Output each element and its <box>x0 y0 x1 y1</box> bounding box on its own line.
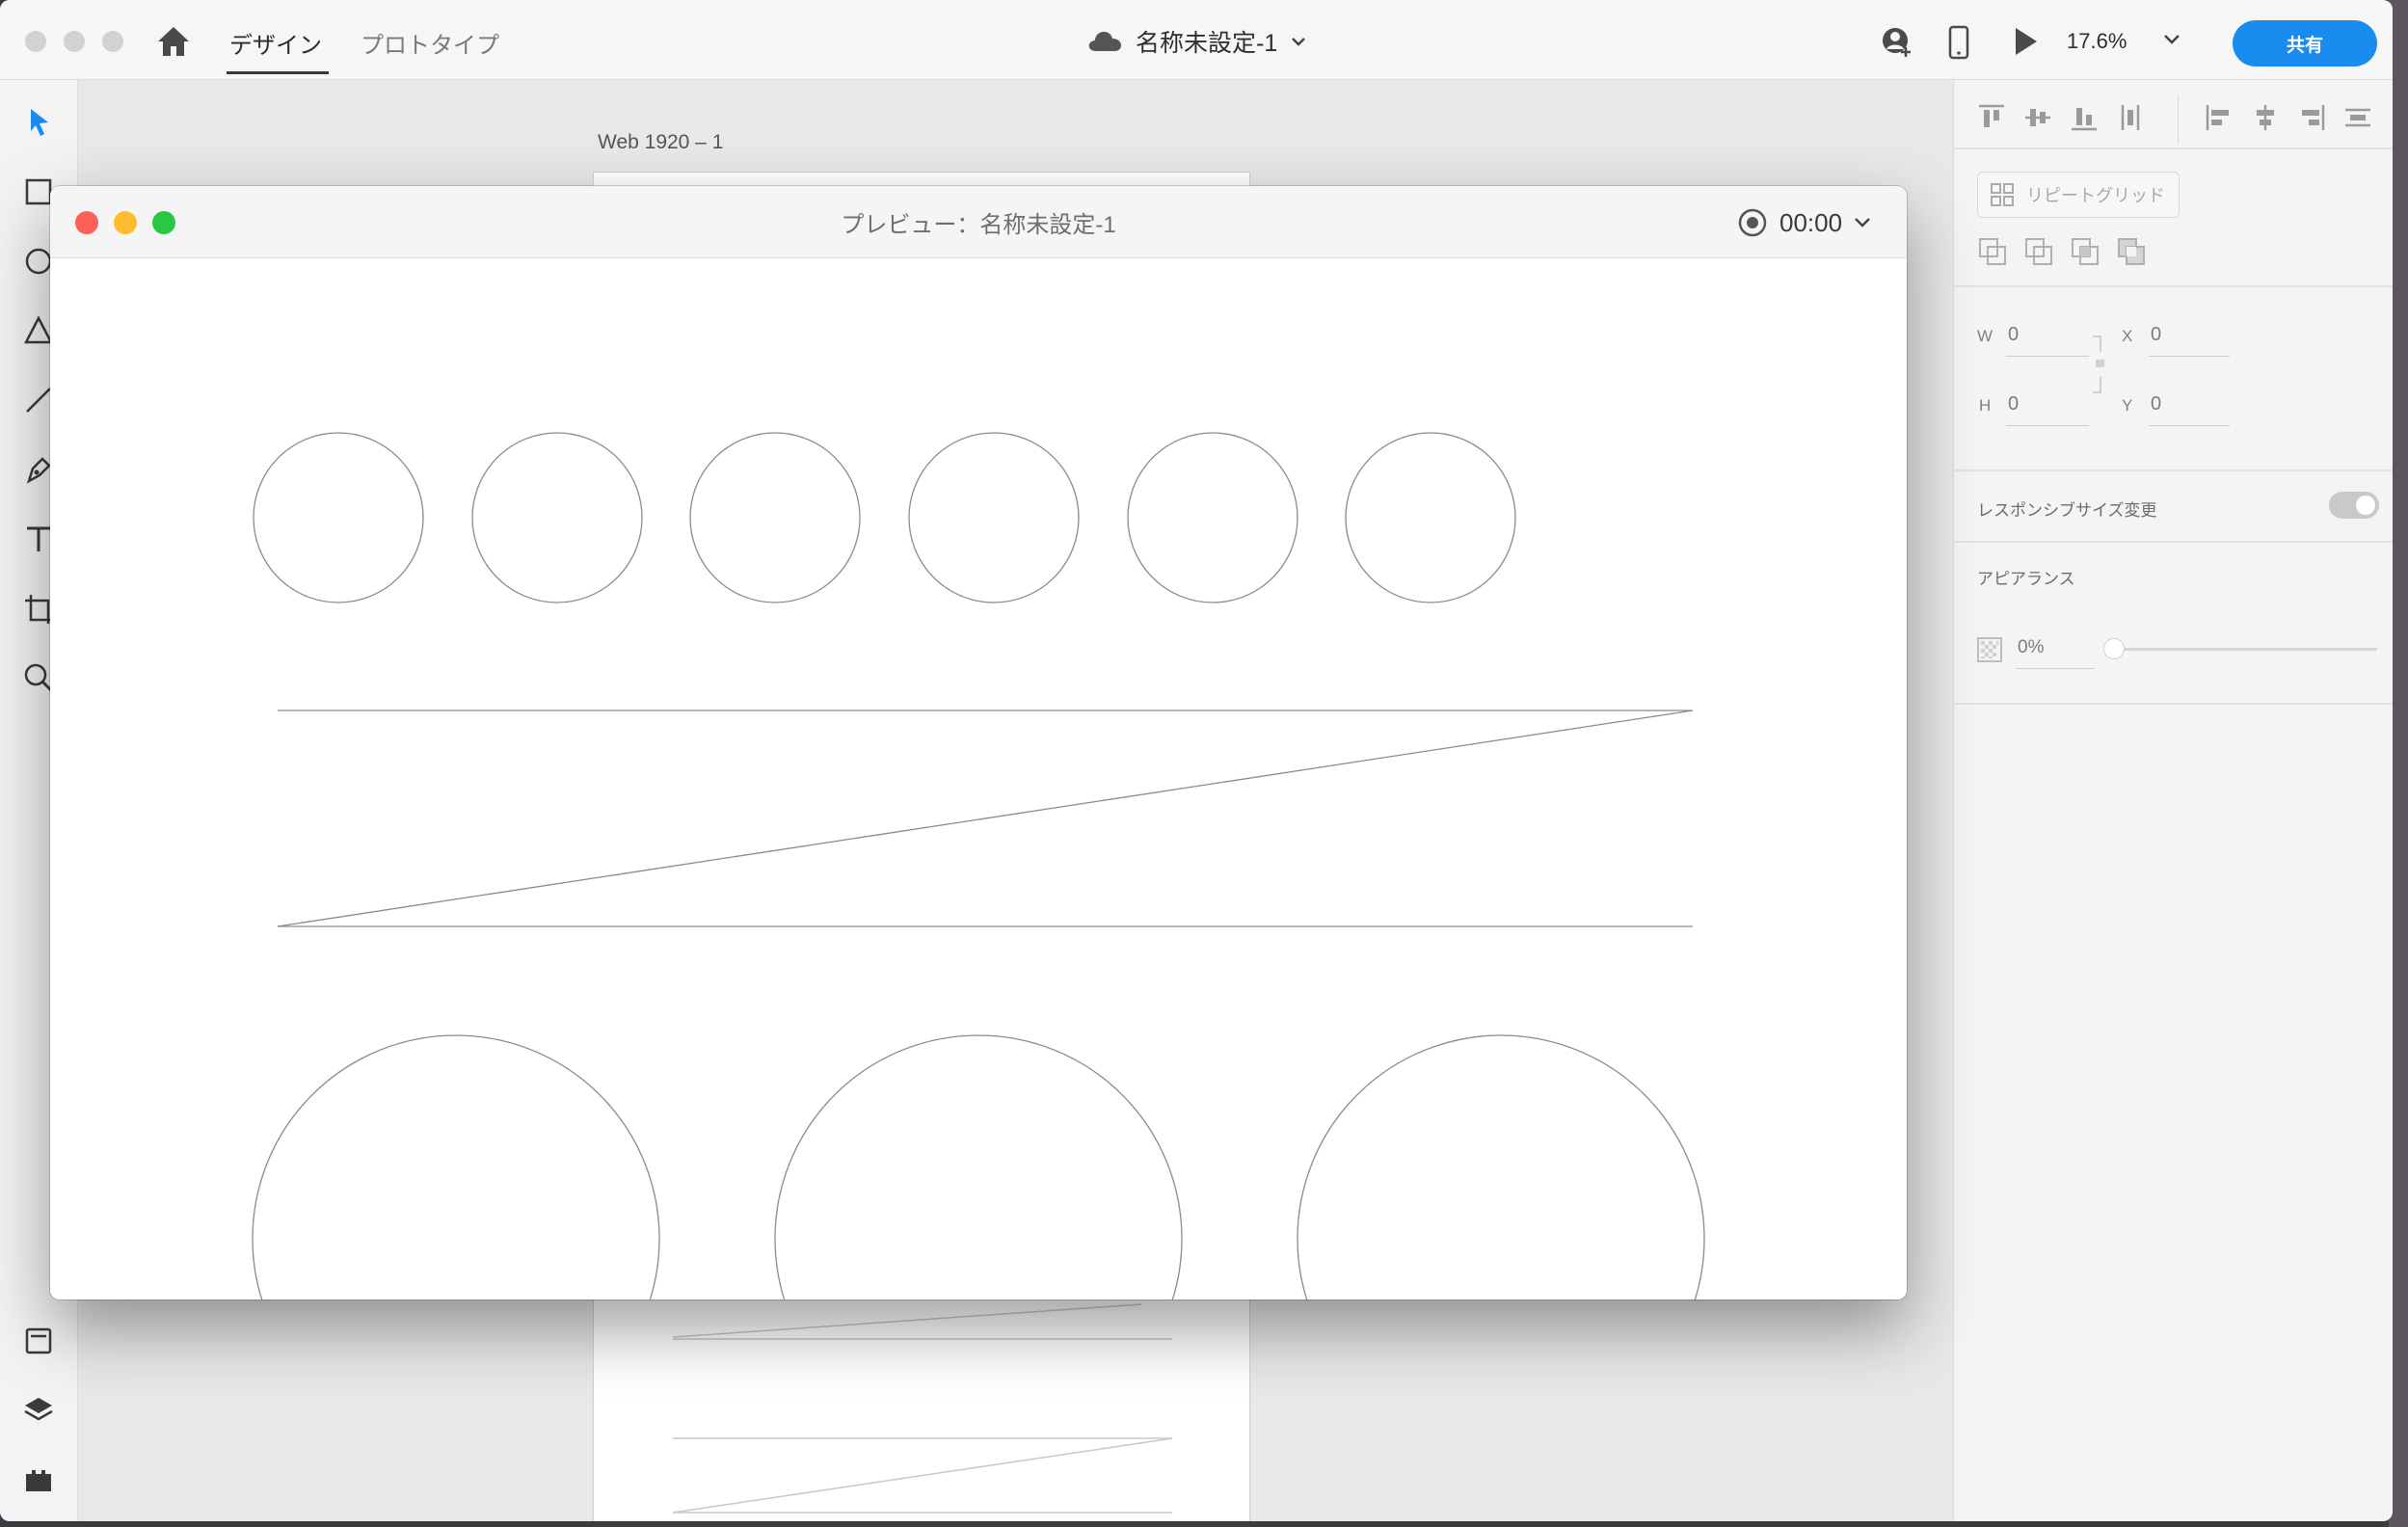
y-label: Y <box>2122 396 2133 415</box>
appearance-title: アピアランス <box>1977 570 2075 588</box>
select-tool-icon[interactable] <box>21 105 56 140</box>
width-field-underline <box>2006 356 2089 357</box>
width-label: W <box>1977 327 1993 345</box>
align-right-icon[interactable] <box>2295 101 2328 134</box>
diagonal-line <box>277 710 1694 927</box>
repeat-grid-button[interactable]: リピートグリッド <box>1977 172 2180 218</box>
x-field-underline <box>2149 356 2230 357</box>
panel-divider <box>1954 541 2393 543</box>
small-circle <box>689 432 861 603</box>
zoom-dropdown-chevron-icon[interactable] <box>2163 33 2181 46</box>
assets-icon[interactable] <box>21 1324 56 1358</box>
repeat-grid-icon <box>1991 183 2014 206</box>
height-field[interactable]: 0 <box>2008 393 2019 415</box>
boolean-add-icon[interactable] <box>1977 236 2008 267</box>
x-field[interactable]: 0 <box>2151 324 2161 346</box>
property-inspector: リピートグリッド W 0 X 0 H 0 Y 0 レスポンシブサイズ変更 アピア… <box>1953 80 2393 1521</box>
toggle-knob <box>2356 496 2375 515</box>
align-middle-icon[interactable] <box>2021 101 2054 134</box>
lock-aspect-icon[interactable] <box>2091 335 2104 394</box>
document-title: 名称未設定-1 <box>1136 30 1278 57</box>
tab-prototype[interactable]: プロトタイプ <box>361 26 499 60</box>
width-field[interactable]: 0 <box>2008 324 2019 346</box>
cloud-icon <box>1088 32 1121 51</box>
small-circle <box>471 432 643 603</box>
large-circle <box>1297 1034 1705 1299</box>
chevron-down-icon <box>1292 38 1306 46</box>
record-icon <box>1738 208 1767 237</box>
share-button[interactable]: 共有 <box>2233 20 2377 67</box>
align-center-icon[interactable] <box>2249 101 2282 134</box>
small-circle <box>1345 432 1516 603</box>
height-field-underline <box>2006 425 2089 426</box>
preview-artwork <box>252 432 1705 1299</box>
align-top-icon[interactable] <box>1975 101 2008 134</box>
maximize-button[interactable] <box>102 31 123 52</box>
active-tab-indicator <box>227 71 329 74</box>
small-circle <box>1127 432 1298 603</box>
play-preview-icon[interactable] <box>2013 25 2040 58</box>
responsive-resize-toggle[interactable] <box>2329 492 2379 519</box>
minimize-button[interactable] <box>64 31 85 52</box>
record-dropdown-chevron-icon <box>1855 218 1870 228</box>
distribute-vertical-icon[interactable] <box>2114 101 2147 134</box>
align-bottom-icon[interactable] <box>2068 101 2100 134</box>
panel-divider <box>1954 703 2393 705</box>
plugins-icon[interactable] <box>21 1462 56 1497</box>
panel-divider <box>1954 469 2393 471</box>
opacity-icon <box>1977 637 2002 662</box>
responsive-resize-label: レスポンシブサイズ変更 <box>1977 501 2157 520</box>
app-title-bar: デザイン プロトタイプ 名称未設定-1 17.6% 共有 <box>0 0 2393 80</box>
panel-divider <box>1954 147 2393 149</box>
boolean-intersect-icon[interactable] <box>2070 236 2100 267</box>
layers-icon[interactable] <box>21 1393 56 1428</box>
opacity-slider-track[interactable] <box>2107 648 2377 651</box>
close-button[interactable] <box>25 31 46 52</box>
invite-user-icon[interactable] <box>1880 25 1914 60</box>
record-time: 00:00 <box>1779 207 1843 237</box>
tab-design[interactable]: デザイン <box>229 26 322 60</box>
device-preview-icon[interactable] <box>1947 25 1970 60</box>
preview-title-bar: プレビュー：名称未設定-1 00:00 <box>50 186 1907 258</box>
artboard-label[interactable]: Web 1920 – 1 <box>598 131 723 154</box>
y-field[interactable]: 0 <box>2151 393 2161 415</box>
align-left-icon[interactable] <box>2203 101 2235 134</box>
large-circle <box>252 1034 660 1299</box>
opacity-field[interactable]: 0% <box>2018 637 2044 658</box>
preview-content[interactable] <box>50 258 1907 1299</box>
preview-title: プレビュー：名称未設定-1 <box>841 211 1116 238</box>
preview-window: プレビュー：名称未設定-1 00:00 <box>50 186 1907 1299</box>
panel-divider <box>1954 285 2393 287</box>
repeat-grid-label: リピートグリッド <box>2026 186 2165 205</box>
small-circle <box>908 432 1080 603</box>
home-icon[interactable] <box>156 25 191 58</box>
record-control[interactable]: 00:00 <box>1737 207 1871 238</box>
opacity-slider-handle[interactable] <box>2103 638 2125 659</box>
y-field-underline <box>2149 425 2230 426</box>
distribute-horizontal-icon[interactable] <box>2341 101 2374 134</box>
opacity-field-underline <box>2016 668 2095 669</box>
small-circle <box>253 432 424 603</box>
height-label: H <box>1979 396 1992 415</box>
boolean-subtract-icon[interactable] <box>2023 236 2054 267</box>
boolean-exclude-icon[interactable] <box>2116 236 2147 267</box>
x-label: X <box>2122 327 2133 345</box>
large-circle <box>774 1034 1183 1299</box>
align-divider <box>2178 95 2179 144</box>
zoom-level[interactable]: 17.6% <box>2067 29 2127 54</box>
document-title-menu[interactable]: 名称未設定-1 <box>1087 25 1306 58</box>
